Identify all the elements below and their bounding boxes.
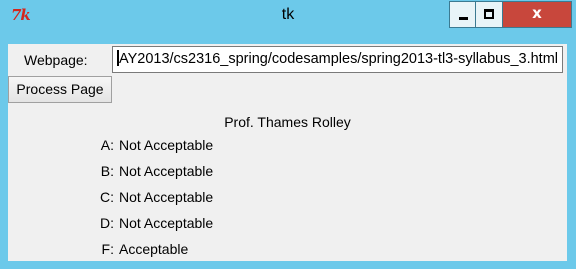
close-icon: x [532,4,542,22]
webpage-label: Webpage: [24,52,88,68]
grade-row-b: B: Not Acceptable [8,163,567,185]
title-bar[interactable]: 7k tk x [0,0,576,44]
grade-result: Not Acceptable [119,163,214,179]
grade-letter: F: [101,241,114,257]
grade-result: Not Acceptable [119,215,214,231]
maximize-icon [484,9,494,19]
process-page-button[interactable]: Process Page [8,76,112,103]
grade-result: Not Acceptable [119,137,214,153]
close-button[interactable]: x [503,1,572,28]
grade-result: Not Acceptable [119,189,214,205]
client-area: Webpage: AY2013/cs2316_spring/codesample… [8,44,567,261]
app-window: 7k tk x Webpage: AY2013/cs2316_spring/co… [0,0,576,269]
grade-letter: B: [100,163,114,179]
webpage-url-value: AY2013/cs2316_spring/codesamples/spring2… [119,51,559,67]
minimize-icon [459,17,468,20]
minimize-button[interactable] [449,1,476,28]
grade-letter: D: [100,215,114,231]
grade-letter: A: [100,137,114,153]
webpage-url-input[interactable]: AY2013/cs2316_spring/codesamples/spring2… [112,46,563,73]
grade-result: Acceptable [119,241,189,257]
grade-row-c: C: Not Acceptable [8,189,567,211]
maximize-button[interactable] [476,1,503,28]
grade-row-d: D: Not Acceptable [8,215,567,237]
grade-row-a: A: Not Acceptable [8,137,567,159]
grade-row-f: F: Acceptable [8,241,567,263]
grade-letter: C: [100,189,114,205]
professor-name: Prof. Thames Rolley [224,114,351,130]
